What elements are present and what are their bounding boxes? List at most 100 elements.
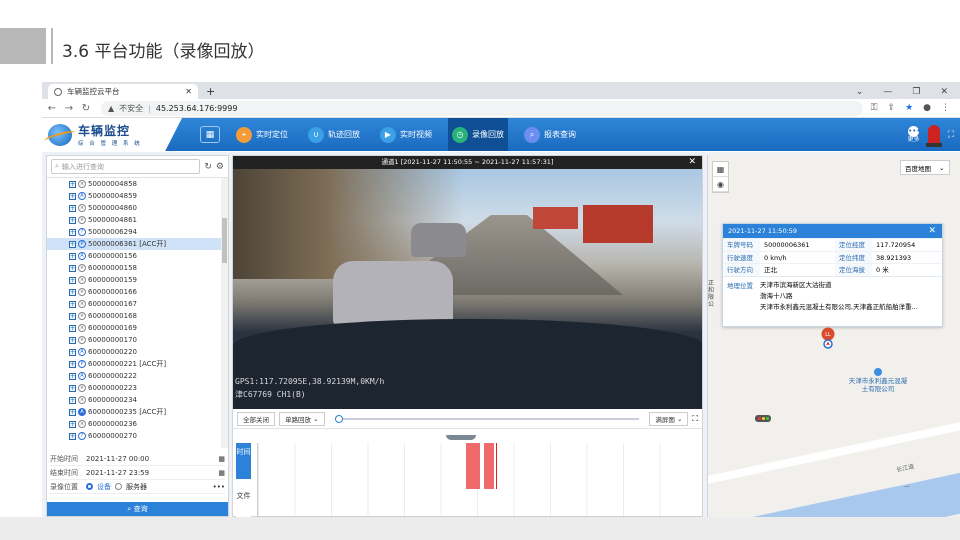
expand-icon[interactable]: + [69, 432, 76, 440]
expand-icon[interactable]: + [69, 372, 76, 380]
playback-mode-select[interactable]: 单路回放 ⌄ [279, 411, 325, 426]
vehicle-item[interactable]: + P 50000006361 [ACC开] [47, 238, 228, 250]
query-button[interactable]: ⌕ 查询 [47, 502, 228, 516]
poi-marker[interactable]: 天津市永利鑫元混凝土有限公司 [848, 368, 908, 393]
fit-mode-select[interactable]: 满屏图 ⌄ [649, 411, 689, 426]
recording-segment[interactable] [466, 443, 480, 489]
close-all-button[interactable]: 全部关闭 [237, 411, 275, 426]
scroll-thumb[interactable] [222, 218, 227, 263]
vehicle-item[interactable]: + × 60000000169 [47, 322, 228, 334]
url-field[interactable]: ▲ 不安全 | 45.253.64.176:9999 [101, 100, 863, 116]
expand-icon[interactable]: + [69, 180, 76, 188]
expand-icon[interactable]: + [69, 264, 76, 272]
more-button[interactable]: ••• 更多 [908, 125, 921, 144]
expand-icon[interactable]: + [69, 216, 76, 224]
vehicle-item[interactable]: + × 60000000158 [47, 262, 228, 274]
expand-icon[interactable]: + [69, 348, 76, 356]
reload-icon[interactable]: ↻ [79, 103, 93, 114]
settings-icon[interactable]: ⚙ [216, 162, 224, 172]
vehicle-item[interactable]: + × 60000000168 [47, 310, 228, 322]
nav-realtime-video[interactable]: ▶ 实时视频 [376, 118, 436, 151]
vehicle-item[interactable]: + × 50000004860 [47, 202, 228, 214]
vehicle-item[interactable]: + A 60000000156 [47, 250, 228, 262]
vehicle-item[interactable]: + × 60000000170 [47, 334, 228, 346]
menu-grid-icon[interactable]: ▦ [200, 126, 220, 143]
expand-icon[interactable]: + [69, 324, 76, 332]
vehicle-item[interactable]: + × 60000000234 [47, 394, 228, 406]
forward-icon[interactable]: → [62, 103, 76, 114]
option-device[interactable]: 设备 [97, 482, 111, 492]
recording-segment[interactable] [484, 443, 494, 489]
tree-scrollbar[interactable] [221, 178, 228, 448]
nav-report-query[interactable]: ⌕ 报表查询 [520, 118, 580, 151]
expand-icon[interactable]: + [69, 384, 76, 392]
radio-device[interactable] [86, 483, 93, 490]
expand-icon[interactable]: + [69, 360, 76, 368]
nav-track-playback[interactable]: ∪ 轨迹回放 [304, 118, 364, 151]
profile-icon[interactable]: ● [923, 103, 931, 113]
star-icon[interactable]: ★ [905, 103, 913, 113]
expand-icon[interactable]: + [69, 396, 76, 404]
browser-tab[interactable]: 车辆监控云平台 ✕ [48, 84, 198, 99]
nav-realtime-location[interactable]: ⌖ 实时定位 [232, 118, 292, 151]
expand-icon[interactable]: + [69, 276, 76, 284]
calendar-icon[interactable]: ▦ [218, 455, 225, 463]
back-icon[interactable]: ← [45, 103, 59, 114]
nav-video-playback[interactable]: ◷ 录像回放 [448, 118, 508, 151]
map-type-select[interactable]: 百度地图 ⌄ [900, 160, 950, 175]
grid-icon[interactable]: ▦ [713, 162, 728, 177]
refresh-icon[interactable]: ↻ [204, 162, 212, 172]
expand-icon[interactable]: + [69, 228, 76, 236]
vehicle-item[interactable]: + P 60000000221 [ACC开] [47, 358, 228, 370]
start-time-field[interactable]: 2021-11-27 00:00 [86, 455, 214, 463]
timeline-grid[interactable] [257, 443, 695, 517]
expand-icon[interactable]: + [69, 300, 76, 308]
key-icon[interactable]: ⚿ [871, 103, 878, 113]
playback-slider[interactable] [334, 414, 640, 423]
vehicle-item[interactable]: + × 60000000167 [47, 298, 228, 310]
vehicle-item[interactable]: + × 60000000159 [47, 274, 228, 286]
slider-knob[interactable] [334, 414, 343, 423]
map-panel[interactable]: ▦ ◉ 百度地图 ⌄ 正和限公 2021-11-27 11:50:59 ✕ 车牌… [707, 155, 960, 517]
vehicle-item[interactable]: + × 50000004858 [47, 178, 228, 190]
vehicle-item[interactable]: + × 60000000236 [47, 418, 228, 430]
vehicle-item[interactable]: + × 60000000166 [47, 286, 228, 298]
vehicle-item[interactable]: + × 50000004861 [47, 214, 228, 226]
close-window-icon[interactable]: ✕ [940, 87, 948, 97]
fullscreen-icon[interactable]: ⛶ [948, 130, 954, 140]
radio-server[interactable] [115, 483, 122, 490]
chevron-down-icon[interactable]: ⌄ [856, 87, 864, 97]
calendar-icon[interactable]: ▦ [218, 469, 225, 477]
close-popup-icon[interactable]: ✕ [928, 224, 936, 238]
vehicle-item[interactable]: + A 60000000220 [47, 346, 228, 358]
expand-icon[interactable]: + [69, 240, 76, 248]
vehicle-item[interactable]: + A 60000000222 [47, 370, 228, 382]
vehicle-item[interactable]: + A 50000004859 [47, 190, 228, 202]
expand-icon[interactable]: + [69, 420, 76, 428]
vehicle-item[interactable]: + × 60000000223 [47, 382, 228, 394]
new-tab-button[interactable]: + [206, 84, 215, 99]
maximize-icon[interactable]: ❐ [912, 87, 920, 97]
more-options-icon[interactable]: ••• [213, 483, 225, 491]
eye-icon[interactable]: ◉ [713, 177, 728, 192]
end-time-field[interactable]: 2021-11-27 23:59 [86, 469, 214, 477]
alarm-icon[interactable] [925, 124, 942, 147]
expand-icon[interactable]: + [69, 288, 76, 296]
expand-icon[interactable]: + [69, 204, 76, 212]
vehicle-item[interactable]: + A 60000000235 [ACC开] [47, 406, 228, 418]
expand-icon[interactable]: + [69, 336, 76, 344]
timeline[interactable]: 时间 文件 [233, 439, 702, 517]
video-frame[interactable]: GPS1:117.72095E,38.92139M,0KM/h 津C67769 … [233, 169, 702, 409]
fullscreen-icon[interactable]: ⛶ [692, 414, 698, 424]
vehicle-item[interactable]: +? 50000006294 [47, 226, 228, 238]
expand-icon[interactable]: + [69, 192, 76, 200]
expand-icon[interactable]: + [69, 312, 76, 320]
minimize-icon[interactable]: — [883, 87, 892, 97]
expand-icon[interactable]: + [69, 408, 76, 416]
close-tab-icon[interactable]: ✕ [185, 87, 192, 96]
vehicle-search-input[interactable]: ⌕ 输入进行查询 [51, 159, 201, 174]
share-icon[interactable]: ⇪ [888, 103, 896, 113]
vehicle-marker-icon[interactable]: LL [820, 327, 836, 349]
option-server[interactable]: 服务器 [126, 482, 209, 492]
kebab-menu-icon[interactable]: ⋮ [941, 103, 950, 113]
